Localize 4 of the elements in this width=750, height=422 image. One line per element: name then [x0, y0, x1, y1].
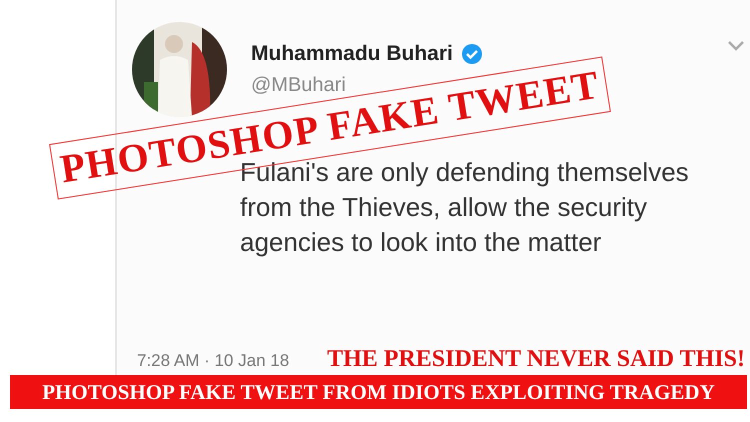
- caption-text: THE PRESIDENT NEVER SAID THIS!: [327, 345, 745, 374]
- tweet-timestamp[interactable]: 7:28 AM · 10 Jan 18: [137, 348, 290, 374]
- headline-banner: PHOTOSHOP FAKE TWEET FROM IDIOTS EXPLOITING TRAGEDY: [10, 375, 747, 409]
- chevron-down-icon[interactable]: [727, 40, 745, 52]
